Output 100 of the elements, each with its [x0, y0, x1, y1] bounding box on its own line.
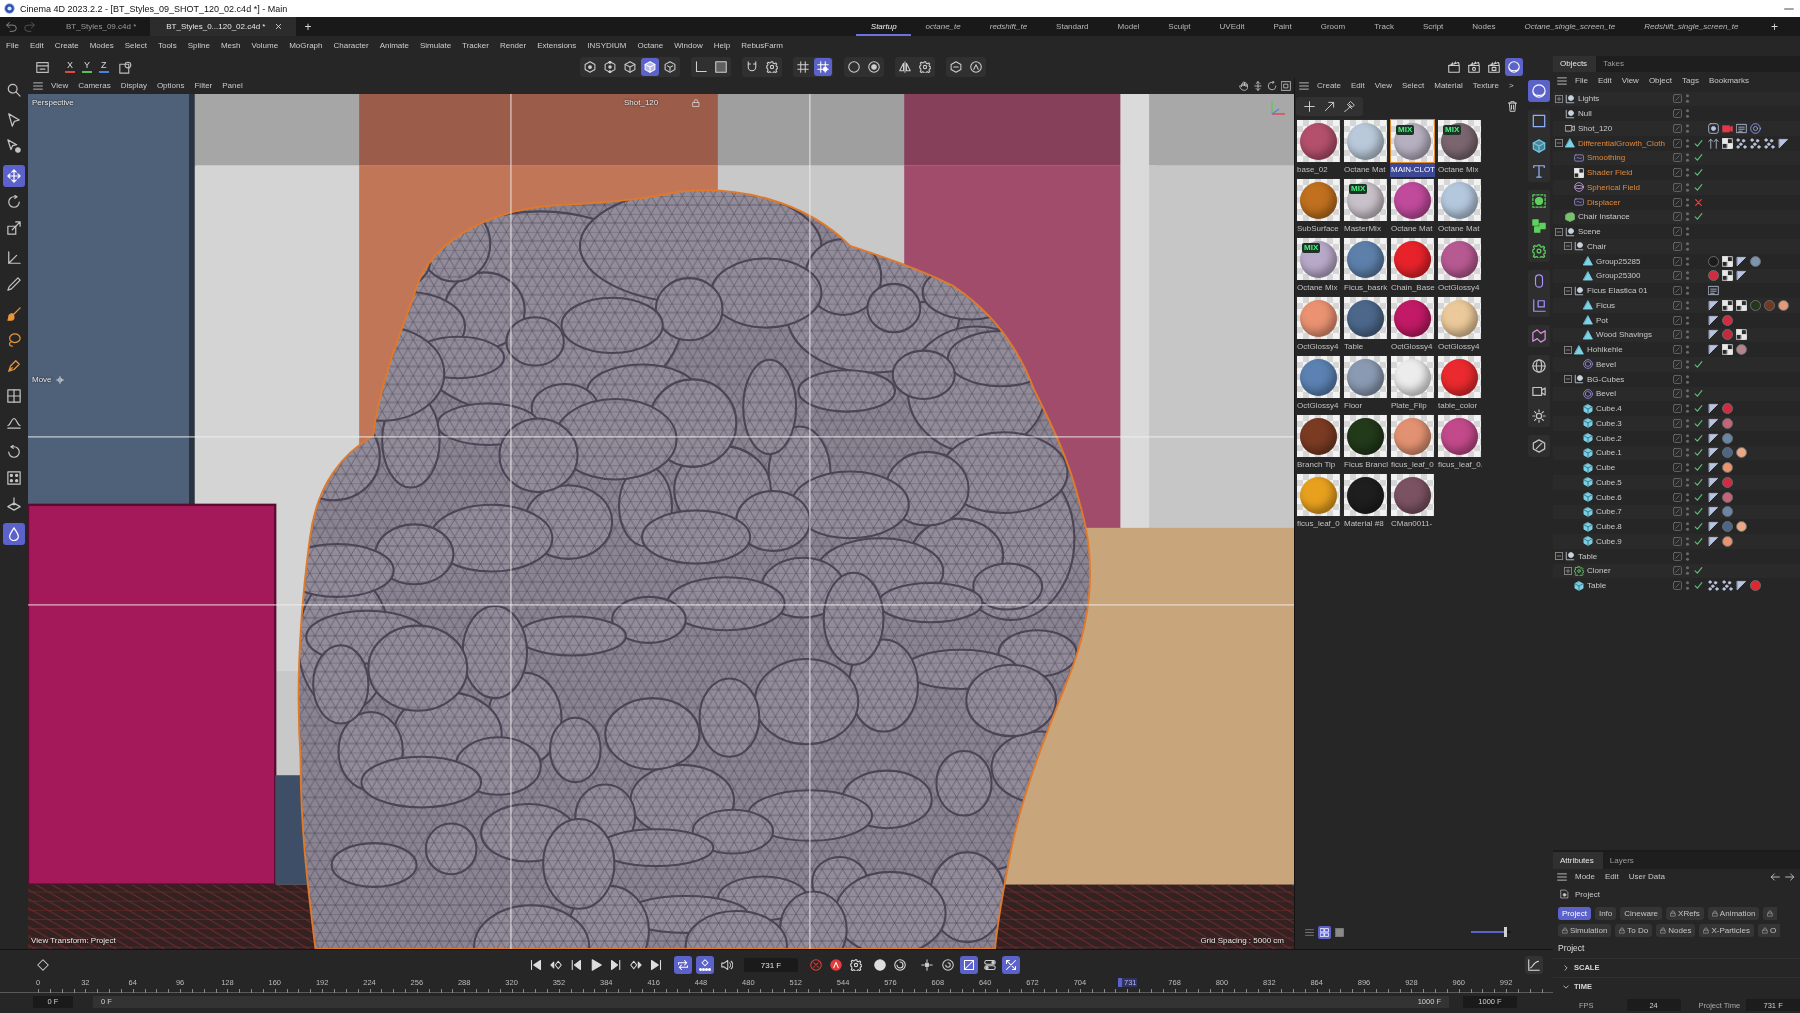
document-tab[interactable]: BT_Styles_09.c4d * — [50, 17, 151, 36]
layout-tab[interactable]: Sculpt — [1153, 17, 1206, 36]
dots-tag-icon[interactable] — [1708, 580, 1719, 592]
menu-item[interactable]: User Data — [1623, 871, 1670, 883]
menu-item[interactable]: File — [0, 39, 25, 53]
edit-box-icon[interactable] — [1673, 123, 1682, 133]
check-icon[interactable] — [1694, 566, 1703, 576]
menu-item[interactable]: Select — [1397, 80, 1430, 92]
menu-item[interactable]: Volume — [245, 39, 284, 53]
material-tag-icon[interactable] — [1736, 447, 1747, 459]
material-tag-icon[interactable] — [1722, 417, 1733, 429]
flag-tag-icon[interactable] — [1708, 491, 1719, 503]
checker-tag-icon[interactable] — [1722, 137, 1733, 149]
expand-toggle-icon[interactable] — [1555, 552, 1563, 561]
dot-square-tag-icon[interactable] — [1708, 122, 1719, 134]
flag-tag-icon[interactable] — [1708, 314, 1719, 326]
key-tool-button[interactable] — [1002, 956, 1020, 974]
attribute-tab-button[interactable]: Info — [1594, 907, 1617, 920]
check-icon[interactable] — [1694, 448, 1703, 458]
arrow-right-icon[interactable] — [1785, 872, 1795, 882]
layout-tab[interactable]: Nodes — [1457, 17, 1510, 36]
current-frame-field[interactable]: 731 F — [744, 958, 798, 972]
check-icon[interactable] — [1694, 138, 1703, 148]
visibility-dots-icon[interactable] — [1685, 152, 1690, 164]
visibility-dots-icon[interactable] — [1685, 314, 1690, 326]
edit-box-icon[interactable] — [1673, 389, 1682, 399]
menu-item[interactable]: Object — [1643, 75, 1677, 87]
document-tab[interactable]: BT_Styles_0...120_02.c4d * — [150, 17, 297, 36]
edit-box-icon[interactable] — [1673, 271, 1682, 281]
flag-tag-icon[interactable] — [1736, 580, 1747, 592]
menu-item[interactable]: Bookmarks — [1703, 75, 1754, 87]
menu-item[interactable]: Select — [119, 39, 153, 53]
edit-box-icon[interactable] — [1673, 492, 1682, 502]
visibility-dots-icon[interactable] — [1685, 181, 1690, 193]
expand-toggle-icon[interactable] — [1564, 286, 1572, 295]
render-button[interactable] — [1505, 58, 1523, 76]
menu-icon[interactable] — [1557, 76, 1567, 86]
attribute-tab-button[interactable]: Nodes — [1656, 924, 1696, 937]
flag-tag-icon[interactable] — [1708, 344, 1719, 356]
flag-tag-icon[interactable] — [1778, 137, 1789, 149]
expand-toggle-icon[interactable] — [1555, 94, 1563, 103]
play-icon[interactable] — [590, 959, 602, 971]
rotate-icon[interactable] — [1267, 81, 1277, 91]
new-layout-button[interactable]: + — [1763, 17, 1786, 36]
menu-item[interactable]: Cameras — [73, 80, 116, 92]
menu-item[interactable]: Extensions — [531, 39, 582, 53]
tool-button[interactable] — [3, 523, 25, 545]
menu-item[interactable]: Display — [115, 80, 152, 92]
edit-box-icon[interactable] — [1673, 300, 1682, 310]
render-button[interactable] — [1445, 58, 1463, 76]
edit-box-icon[interactable] — [1673, 359, 1682, 369]
check-icon[interactable] — [1694, 433, 1703, 443]
edit-box-icon[interactable] — [1673, 212, 1682, 222]
menu-item[interactable]: View — [1616, 75, 1644, 87]
step-forward-icon[interactable] — [610, 959, 622, 971]
material-tag-icon[interactable] — [1736, 344, 1747, 356]
object-row[interactable]: Cube.5 — [1553, 475, 1800, 490]
material-tag-icon[interactable] — [1750, 255, 1761, 267]
edit-box-icon[interactable] — [1673, 182, 1682, 192]
check-icon[interactable] — [1694, 536, 1703, 546]
menu-icon[interactable] — [33, 81, 43, 91]
record-icon[interactable] — [810, 959, 822, 971]
render-button[interactable] — [1465, 58, 1483, 76]
object-row[interactable]: Shot_120 — [1553, 121, 1800, 136]
tool-button[interactable] — [3, 165, 25, 187]
object-row[interactable]: Chair — [1553, 239, 1800, 254]
close-icon[interactable] — [275, 23, 283, 30]
step-back-icon[interactable] — [570, 959, 582, 971]
check-icon[interactable] — [1694, 404, 1703, 414]
checker-tag-icon[interactable] — [1722, 255, 1733, 267]
menu-item[interactable]: Create — [49, 39, 85, 53]
edit-box-icon[interactable] — [1673, 153, 1682, 163]
menu-item[interactable]: Create — [1312, 80, 1346, 92]
visibility-dots-icon[interactable] — [1685, 462, 1690, 474]
edit-box-icon[interactable] — [1673, 522, 1682, 532]
expand-toggle-icon[interactable] — [1564, 345, 1572, 354]
lock-icon[interactable] — [692, 98, 701, 107]
layout-tab[interactable]: Model — [1103, 17, 1154, 36]
slider-thumb[interactable] — [1503, 927, 1507, 937]
check-icon[interactable] — [1694, 463, 1703, 473]
check-icon[interactable] — [1694, 418, 1703, 428]
expand-toggle-icon[interactable] — [1555, 227, 1563, 236]
attribute-tab-button[interactable]: Simulation — [1558, 924, 1612, 937]
flag-tag-icon[interactable] — [1708, 329, 1719, 341]
menu-item[interactable]: Edit — [1600, 871, 1624, 883]
spin-circle-icon[interactable] — [894, 959, 906, 971]
skip-start-icon[interactable] — [530, 959, 542, 971]
check-icon[interactable] — [1694, 168, 1703, 178]
menu-item[interactable]: Tools — [152, 39, 183, 53]
visibility-dots-icon[interactable] — [1685, 388, 1690, 400]
trash-icon[interactable] — [1507, 100, 1518, 112]
check-icon[interactable] — [1694, 477, 1703, 487]
attribute-tab-button[interactable]: O — [1758, 924, 1781, 937]
note-tag-icon[interactable] — [1736, 122, 1747, 134]
edit-box-icon[interactable] — [1673, 109, 1682, 119]
ring-tag-icon[interactable] — [1750, 122, 1761, 134]
edit-box-icon[interactable] — [1673, 345, 1682, 355]
menu-item[interactable]: Window — [668, 39, 709, 53]
visibility-dots-icon[interactable] — [1685, 535, 1690, 547]
panel-tab[interactable]: Layers — [1602, 852, 1643, 869]
